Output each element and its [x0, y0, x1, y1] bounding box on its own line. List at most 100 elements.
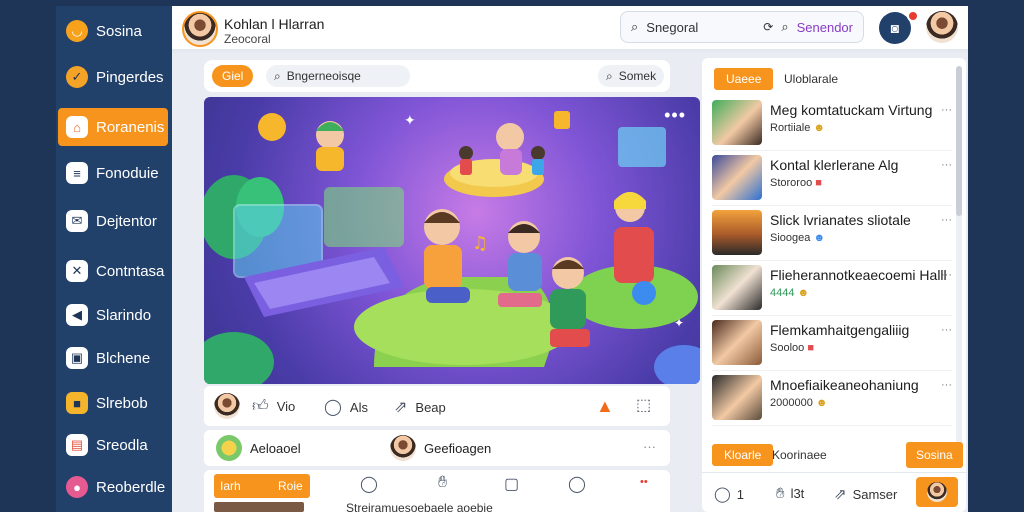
feed-bar: Iarh Roie ◯ ✋︎ ▢ ◯ •• Strejramuesoebaele…	[204, 470, 670, 512]
header-search[interactable]: ⌕ Snegoral ⟳ ⌕ Senendor	[620, 11, 864, 43]
composer-input[interactable]: ⌕ Bngerneoisqe	[266, 65, 410, 87]
emoji-icon: ☻	[815, 397, 828, 409]
sidebar-item-slrebob[interactable]: ■ Slrebob	[58, 384, 168, 422]
person-avatar[interactable]	[216, 435, 242, 461]
item-thumbnail	[712, 100, 762, 145]
person-name[interactable]: Aeloaoel	[250, 441, 301, 456]
sidebar-item-reoberdle[interactable]: ● Reoberdle	[58, 468, 168, 506]
panel-scrollbar[interactable]	[956, 66, 962, 446]
sidebar-item-blchene[interactable]: ▣ Blchene	[58, 339, 168, 377]
person-avatar[interactable]	[390, 435, 416, 461]
panel-user-button[interactable]	[916, 477, 958, 507]
panel-react-button[interactable]: ✋︎ l3t	[776, 485, 804, 502]
smile-logo-icon: ◡	[66, 20, 88, 42]
comment-button[interactable]: ◯ Als	[324, 397, 368, 417]
flag-icon: ■	[815, 177, 822, 189]
megaphone-icon: ◀	[66, 304, 88, 326]
composer-search-button[interactable]: ⌕ Somek	[598, 65, 664, 87]
comment-count: 1	[736, 486, 745, 502]
list-item[interactable]: Mnoefiaikeaneohaniung 2000000 ☻ ···	[712, 371, 952, 426]
chat-icon[interactable]: ◯	[568, 474, 586, 494]
search-icon: ⌕	[781, 19, 789, 34]
item-title: Slick lvrianates sliotale	[770, 212, 911, 228]
search-icon: ⌕	[274, 68, 281, 83]
list-item[interactable]: Kontal klerlerane Alg Stororoo ■ ···	[712, 151, 952, 206]
more-icon[interactable]: ••	[640, 476, 648, 488]
refresh-icon[interactable]: ⟳	[763, 20, 773, 34]
chat-icon[interactable]: ◯	[360, 474, 378, 494]
sidebar-item-contntasa[interactable]: ✕ Contntasa	[58, 252, 168, 290]
feed-tab-left: Iarh	[220, 479, 241, 493]
share-icon: ⇗	[394, 399, 408, 416]
more-icon[interactable]: ···	[941, 269, 952, 281]
item-subtitle: Sooloo ■	[770, 342, 814, 354]
item-title: Meg komtatuckam Virtung	[770, 102, 933, 118]
list-item[interactable]: Flieherannotkeaecoemi Halll 4444 ☻ ···	[712, 261, 952, 316]
feed-tab-bar[interactable]: Iarh Roie	[214, 474, 310, 498]
sidebar-item-fonoduie[interactable]: ≡ Fonoduie	[58, 154, 168, 192]
trending-panel: Uaeee Uloblarale Meg komtatuckam Virtung…	[702, 58, 966, 512]
bookmark-icon[interactable]: ⬚	[636, 395, 651, 415]
item-thumbnail	[712, 210, 762, 255]
sidebar-item-pingerdes[interactable]: ✓ Pingerdes	[58, 58, 168, 96]
sidebar-item-dejtentor[interactable]: ✉ Dejtentor	[58, 202, 168, 240]
hand-icon: ✋︎	[776, 485, 785, 502]
item-thumbnail	[712, 155, 762, 200]
profile-avatar[interactable]	[182, 11, 218, 47]
feed-thumbnail[interactable]	[214, 502, 304, 512]
top-header: Kohlan l Hlarran Zeocoral ⌕ Snegoral ⟳ ⌕…	[172, 6, 968, 52]
sidebar-item-label: Blchene	[96, 349, 151, 367]
more-icon[interactable]: ···	[941, 379, 952, 391]
flame-icon[interactable]: ▲	[596, 396, 614, 417]
panel-footer-pill[interactable]: Kloarle	[712, 444, 774, 466]
panel-footer-button[interactable]: Sosina	[906, 442, 963, 468]
panel-share-button[interactable]: ⇗ Samser	[834, 485, 897, 503]
sidebar-item-label: Slrebob	[96, 394, 148, 412]
advanced-search-link[interactable]: Senendor	[797, 20, 853, 35]
share-button[interactable]: ⇗ Beap	[394, 397, 446, 417]
more-icon[interactable]: ···	[941, 104, 952, 116]
like-button[interactable]: 👍︎ Vio	[252, 397, 295, 416]
item-title: Flieherannotkeaecoemi Halll	[770, 267, 947, 283]
item-thumbnail	[712, 265, 762, 310]
brand-logo[interactable]: ◡ Sosina	[58, 12, 168, 50]
feed-tab-right: Roie	[278, 479, 303, 493]
post-author-avatar[interactable]	[214, 393, 240, 419]
sidebar-item-label: Sreodla	[96, 436, 148, 454]
more-icon[interactable]: ···	[941, 159, 952, 171]
hand-icon[interactable]: ✋︎	[438, 474, 447, 492]
sidebar-item-roranenis[interactable]: ⌂ Roranenis	[58, 108, 168, 146]
share-label: Samser	[852, 486, 898, 502]
panel-list: Meg komtatuckam Virtung Rortiiale ☻ ··· …	[712, 96, 952, 426]
more-icon[interactable]: ···	[941, 214, 952, 226]
more-icon[interactable]: ···	[643, 439, 656, 454]
panel-header-pill[interactable]: Uaeee	[714, 68, 774, 90]
person-name[interactable]: Geefioagen	[424, 441, 491, 456]
sidebar: ◡ Sosina ✓ Pingerdes ⌂ Roranenis ≡ Fonod…	[56, 6, 172, 512]
item-title: Mnoefiaikeaneohaniung	[770, 377, 919, 393]
item-thumbnail	[712, 320, 762, 365]
post-more-icon[interactable]: •••	[664, 105, 686, 126]
search-icon: ⌕	[606, 68, 613, 83]
post-illustration[interactable]: ✦ ✦ ♫ •••	[204, 97, 700, 384]
mail-icon: ✉	[66, 210, 88, 232]
list-item[interactable]: Flemkamhaitgengaliiig Sooloo ■ ···	[712, 316, 952, 371]
notifications-button[interactable]: ◙	[879, 10, 919, 44]
sidebar-item-label: Reoberdle	[96, 478, 166, 496]
list-item[interactable]: Slick lvrianates sliotale Sioogea ☻ ···	[712, 206, 952, 261]
comment-icon: ◯	[714, 486, 731, 503]
emoji-icon: ☻	[797, 287, 810, 299]
scrollbar-thumb[interactable]	[956, 66, 962, 216]
composer-pill[interactable]: Giel	[212, 65, 254, 87]
illustration-art: ✦ ✦ ♫	[204, 111, 700, 384]
bookmark-icon[interactable]: ▢	[504, 474, 519, 494]
panel-comment-button[interactable]: ◯ 1	[714, 485, 744, 503]
sidebar-item-sreodla[interactable]: ▤ Sreodla	[58, 426, 168, 464]
item-title: Flemkamhaitgengaliiig	[770, 322, 910, 338]
more-icon[interactable]: ···	[941, 324, 952, 336]
list-item[interactable]: Meg komtatuckam Virtung Rortiiale ☻ ···	[712, 96, 952, 151]
search-icon: ⌕	[631, 19, 639, 34]
sidebar-item-slarindo[interactable]: ◀ Slarindo	[58, 296, 168, 334]
panel-footer-text: Koorinaee	[772, 448, 827, 462]
user-avatar[interactable]	[926, 11, 958, 43]
